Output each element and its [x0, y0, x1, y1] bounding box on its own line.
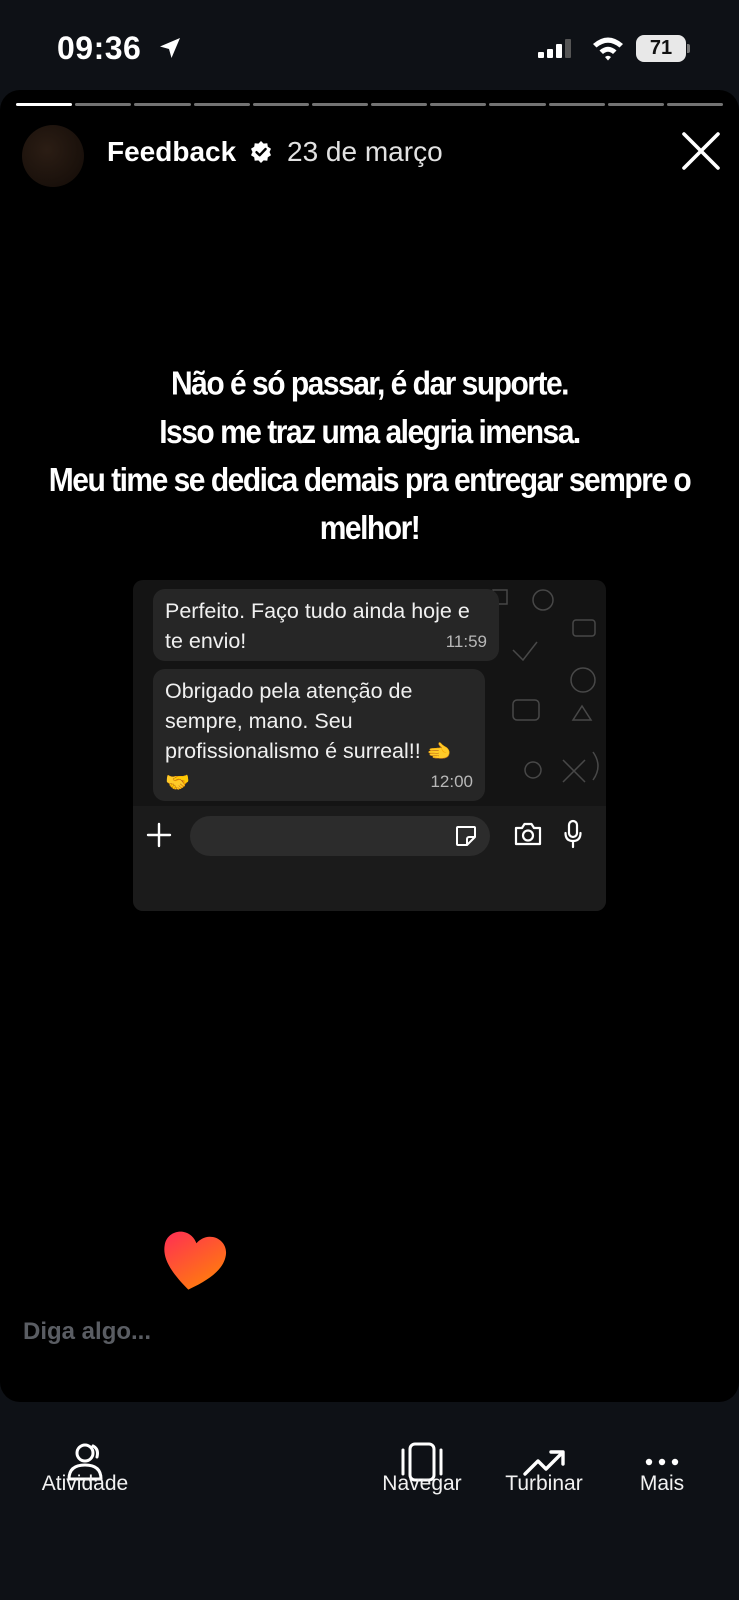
progress-segment: [371, 103, 428, 106]
progress-segment: [548, 103, 605, 106]
battery-level: 71: [636, 35, 686, 62]
wifi-icon: [593, 37, 623, 61]
boost-button[interactable]: Turbinar: [492, 1402, 596, 1522]
camera-icon: [514, 822, 542, 846]
progress-segment: [666, 103, 724, 106]
progress-segment: [16, 103, 73, 106]
verified-badge-icon: [251, 141, 271, 163]
status-time: 09:36: [57, 30, 142, 66]
account-name[interactable]: Feedback: [107, 136, 236, 168]
progress-segment: [430, 103, 487, 106]
heart-icon[interactable]: [155, 1227, 231, 1300]
status-bar: 09:36 71: [0, 0, 739, 92]
progress-segment: [311, 103, 369, 106]
progress-segment: [75, 103, 132, 106]
bottom-action-bar: Atividade Navegar Turbinar Mais: [0, 1402, 739, 1600]
message-text: Perfeito. Faço tudo ainda hoje e te envi…: [165, 599, 470, 653]
progress-segment: [193, 103, 250, 106]
avatar[interactable]: [22, 125, 84, 187]
activity-label: Atividade: [41, 1472, 129, 1495]
more-button[interactable]: Mais: [612, 1402, 712, 1522]
close-icon[interactable]: [680, 130, 722, 172]
browse-label: Navegar: [382, 1472, 462, 1495]
caption-line: Isso me traz uma alegria imensa.: [159, 413, 581, 451]
sticker-icon: [456, 826, 476, 846]
location-arrow-icon: [160, 38, 180, 58]
message-time: 11:59: [445, 632, 487, 651]
battery-tip: [687, 44, 690, 53]
progress-segment: [607, 103, 664, 106]
progress-segment: [252, 103, 309, 106]
chat-input-field: [190, 816, 490, 856]
boost-label: Turbinar: [505, 1472, 583, 1495]
reply-input[interactable]: Diga algo...: [23, 1318, 151, 1346]
story-caption: Não é só passar, é dar suporte. Isso me …: [30, 360, 709, 553]
plus-icon: [146, 822, 172, 848]
story-progress-bar: [16, 103, 724, 107]
story-date: 23 de março: [287, 136, 443, 167]
story-viewer[interactable]: Feedback 23 de março Não é só passar, é …: [0, 90, 739, 1402]
chat-message: Perfeito. Faço tudo ainda hoje e te envi…: [153, 589, 499, 661]
chat-message: Obrigado pela atenção de sempre, mano. S…: [153, 669, 485, 801]
more-label: Mais: [639, 1472, 685, 1495]
progress-segment: [134, 103, 191, 106]
message-text-body: Obrigado pela atenção de sempre, mano. S…: [165, 679, 427, 763]
chat-input-bar: [133, 806, 606, 911]
caption-line: Meu time se dedica demais pra entregar s…: [48, 461, 692, 548]
caption-line: Não é só passar, é dar suporte.: [170, 365, 570, 403]
mic-icon: [564, 819, 582, 849]
browse-button[interactable]: Navegar: [370, 1402, 474, 1522]
activity-button[interactable]: Atividade: [30, 1402, 140, 1522]
message-time: 12:00: [430, 772, 473, 791]
battery-indicator: 71: [636, 35, 690, 62]
progress-segment: [489, 103, 546, 106]
message-text: Obrigado pela atenção de sempre, mano. S…: [165, 676, 473, 798]
chat-screenshot: Perfeito. Faço tudo ainda hoje e te envi…: [133, 580, 606, 911]
signal-icon: [538, 39, 571, 58]
